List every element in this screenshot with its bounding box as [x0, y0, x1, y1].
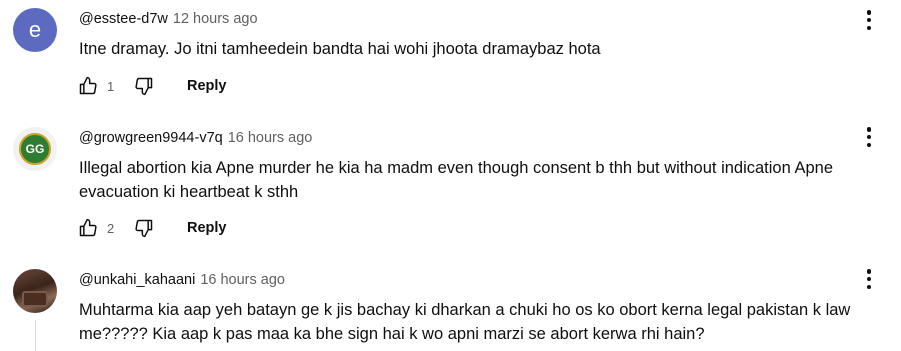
comment-menu-button[interactable]	[862, 125, 876, 149]
comment-time[interactable]: 16 hours ago	[200, 272, 285, 288]
comment-actions: 1 Reply	[77, 74, 227, 98]
comment-author[interactable]: @growgreen9944-v7q	[79, 130, 223, 146]
comment-text: Muhtarma kia aap yeh batayn ge k jis bac…	[79, 301, 851, 343]
more-vert-dot	[866, 142, 872, 147]
comment-author[interactable]: @esstee-d7w	[79, 11, 168, 27]
avatar[interactable]	[13, 269, 57, 313]
comment-actions: 2 Reply	[77, 216, 227, 240]
thread-line	[35, 320, 36, 351]
comment-header: @esstee-d7w 12 hours ago	[79, 11, 258, 27]
like-button[interactable]	[77, 217, 99, 239]
comment-time[interactable]: 12 hours ago	[173, 11, 258, 27]
avatar-badge: GG	[19, 133, 51, 165]
comment-header: @unkahi_kahaani 16 hours ago	[79, 272, 285, 288]
more-vert-icon	[866, 10, 872, 15]
like-count: 2	[107, 220, 115, 236]
avatar[interactable]: e	[13, 8, 57, 52]
thumbs-down-icon	[135, 77, 153, 96]
thumbs-up-icon	[79, 218, 97, 237]
more-vert-dot	[866, 276, 872, 282]
more-vert-dot	[866, 17, 872, 23]
reply-button[interactable]: Reply	[187, 220, 227, 236]
like-count: 1	[107, 78, 115, 94]
comment-header: @growgreen9944-v7q 16 hours ago	[79, 130, 312, 146]
more-vert-icon	[866, 127, 872, 132]
dislike-button[interactable]	[133, 75, 155, 97]
comment-author[interactable]: @unkahi_kahaani	[79, 272, 195, 288]
comment-text: Illegal abortion kia Apne murder he kia …	[79, 159, 833, 201]
thumbs-up-icon	[79, 76, 97, 95]
like-button[interactable]	[77, 75, 99, 97]
reply-button[interactable]: Reply	[187, 78, 227, 94]
comment-text: Itne dramay. Jo itni tamheedein bandta h…	[79, 40, 601, 58]
comment-menu-button[interactable]	[862, 8, 876, 32]
thumbs-down-icon	[135, 219, 153, 238]
comment-time[interactable]: 16 hours ago	[228, 130, 313, 146]
more-vert-dot	[866, 284, 872, 289]
more-vert-dot	[866, 134, 872, 140]
more-vert-dot	[866, 25, 872, 30]
dislike-button[interactable]	[133, 217, 155, 239]
avatar-letter: e	[28, 17, 42, 42]
comment-menu-button[interactable]	[862, 267, 876, 291]
more-vert-icon	[866, 269, 872, 274]
avatar[interactable]: GG	[13, 127, 57, 171]
